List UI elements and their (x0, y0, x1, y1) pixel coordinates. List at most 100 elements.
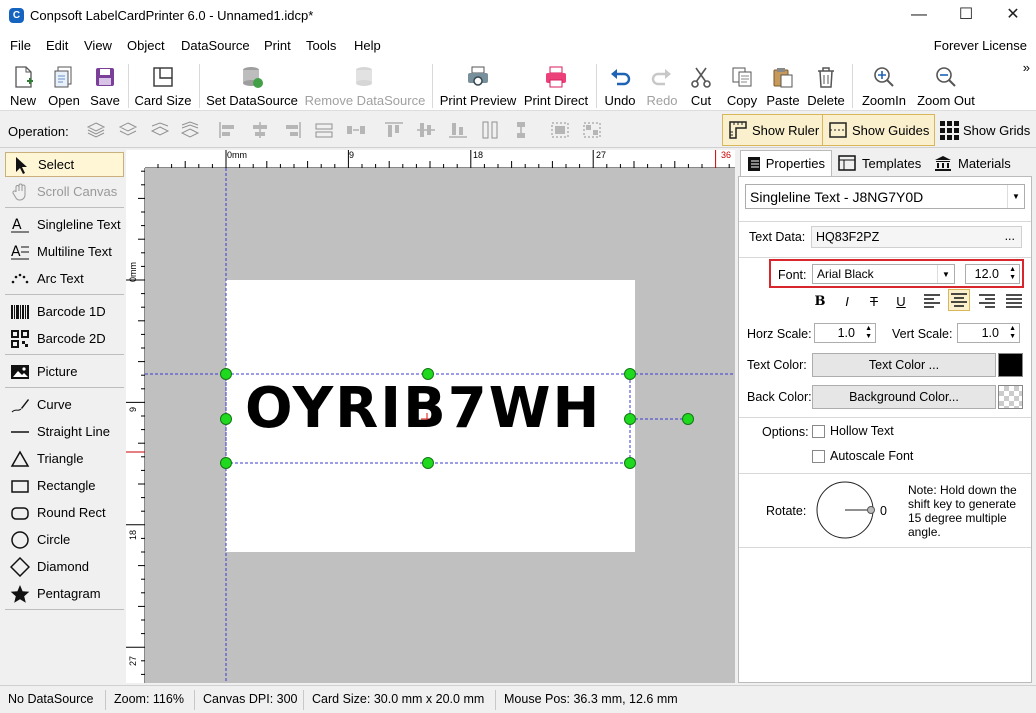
tool-curve[interactable]: Curve (5, 392, 124, 417)
align-right-icon[interactable] (282, 121, 302, 139)
distribute-vertical-icon[interactable] (512, 121, 532, 139)
resize-handle-right[interactable] (624, 413, 636, 425)
resize-handle-bottom-right[interactable] (624, 457, 636, 469)
delete-button[interactable]: Delete (806, 62, 846, 109)
tool-triangle[interactable]: Triangle (5, 446, 124, 471)
tool-straight-line[interactable]: Straight Line (5, 419, 124, 444)
resize-handle-top[interactable] (422, 368, 434, 380)
tab-materials[interactable]: Materials (928, 150, 1020, 176)
show-ruler-toggle[interactable]: Show Ruler (722, 114, 826, 146)
set-datasource-button[interactable]: Set DataSource (206, 62, 298, 109)
text-color-swatch[interactable] (998, 353, 1023, 377)
send-backward-icon[interactable] (150, 121, 170, 139)
tool-singleline-text[interactable]: A Singleline Text (5, 212, 124, 237)
autoscale-font-checkbox[interactable]: Autoscale Font (812, 449, 913, 463)
menu-print[interactable]: Print (264, 38, 291, 53)
show-grids-toggle[interactable]: Show Grids (934, 114, 1035, 146)
menu-datasource[interactable]: DataSource (181, 38, 250, 53)
tool-circle[interactable]: Circle (5, 527, 124, 552)
print-direct-button[interactable]: Print Direct (522, 62, 590, 109)
same-width-icon[interactable] (314, 121, 334, 139)
text-data-field[interactable]: HQ83F2PZ ... (811, 226, 1022, 248)
transparent-swatch[interactable] (998, 385, 1023, 409)
tool-round-rect[interactable]: Round Rect (5, 500, 124, 525)
align-left-icon[interactable] (218, 121, 238, 139)
horizontal-ruler[interactable]: 0mm 9 18 27 36 (145, 150, 735, 168)
menu-object[interactable]: Object (127, 38, 165, 53)
zoom-out-button[interactable]: Zoom Out (914, 62, 978, 109)
underline-button[interactable]: U (890, 290, 912, 312)
tool-select[interactable]: Select (5, 152, 124, 177)
font-family-select[interactable]: Arial Black ▼ (812, 264, 955, 284)
hollow-text-checkbox[interactable]: Hollow Text (812, 424, 894, 438)
tool-picture[interactable]: Picture (5, 359, 124, 384)
rotate-dial[interactable] (814, 479, 886, 541)
close-button[interactable]: ✕ (990, 0, 1036, 32)
send-to-back-icon[interactable] (180, 121, 200, 139)
zoom-in-button[interactable]: ZoomIn (858, 62, 910, 109)
bring-forward-icon[interactable] (118, 121, 138, 139)
group-icon[interactable] (550, 121, 570, 139)
same-height-icon[interactable] (480, 121, 500, 139)
resize-handle-top-left[interactable] (220, 368, 232, 380)
resize-handle-bottom[interactable] (422, 457, 434, 469)
maximize-button[interactable]: ☐ (943, 0, 989, 32)
print-preview-button[interactable]: Print Preview (438, 62, 518, 109)
tool-barcode-1d[interactable]: Barcode 1D (5, 299, 124, 324)
menu-tools[interactable]: Tools (306, 38, 336, 53)
new-button[interactable]: New (6, 62, 40, 109)
rotate-handle[interactable] (682, 413, 694, 425)
minimize-button[interactable]: — (896, 0, 942, 32)
vert-scale-stepper[interactable]: 1.0 ▲ ▼ (957, 323, 1020, 343)
show-guides-toggle[interactable]: Show Guides (822, 114, 936, 146)
horz-scale-stepper[interactable]: 1.0 ▲ ▼ (814, 323, 876, 343)
toolbar-overflow-icon[interactable]: » (1023, 60, 1030, 75)
tool-barcode-2d[interactable]: Barcode 2D (5, 326, 124, 351)
menu-help[interactable]: Help (354, 38, 381, 53)
menu-edit[interactable]: Edit (46, 38, 68, 53)
menu-file[interactable]: File (10, 38, 31, 53)
align-top-icon[interactable] (384, 121, 404, 139)
text-color-button[interactable]: Text Color ... (812, 353, 996, 377)
ungroup-icon[interactable] (582, 121, 602, 139)
vertical-ruler[interactable]: 0mm 9 18 27 (126, 168, 145, 683)
text-data-more-button[interactable]: ... (1005, 229, 1015, 243)
distribute-horizontal-icon[interactable] (346, 121, 366, 139)
align-middle-icon[interactable] (416, 121, 436, 139)
tool-arc-text[interactable]: Arc Text (5, 266, 124, 291)
save-button[interactable]: Save (88, 62, 122, 109)
align-center-icon[interactable] (250, 121, 270, 139)
open-button[interactable]: Open (46, 62, 82, 109)
align-text-left-icon[interactable] (921, 290, 943, 312)
bold-button[interactable]: B (809, 290, 831, 312)
paste-button[interactable]: Paste (764, 62, 802, 109)
resize-handle-left[interactable] (220, 413, 232, 425)
remove-datasource-button[interactable]: Remove DataSource (304, 62, 426, 109)
design-canvas[interactable]: OYRIB7WH (145, 168, 735, 683)
card-size-button[interactable]: Card Size (134, 62, 192, 109)
background-color-button[interactable]: Background Color... (812, 385, 996, 409)
strikethrough-button[interactable]: T (863, 290, 885, 312)
font-size-stepper[interactable]: 12.0 ▲ ▼ (965, 264, 1020, 284)
align-text-justify-icon[interactable] (1003, 290, 1025, 312)
tool-rectangle[interactable]: Rectangle (5, 473, 124, 498)
redo-button[interactable]: Redo (644, 62, 680, 109)
align-text-right-icon[interactable] (976, 290, 998, 312)
selected-text-object[interactable]: OYRIB7WH (245, 381, 601, 437)
resize-handle-bottom-left[interactable] (220, 457, 232, 469)
bring-to-front-icon[interactable] (86, 121, 106, 139)
tab-properties[interactable]: Properties (740, 150, 832, 176)
object-selector[interactable]: Singleline Text - J8NG7Y0D ▼ (745, 184, 1025, 209)
cut-button[interactable]: Cut (686, 62, 716, 109)
align-bottom-icon[interactable] (448, 121, 468, 139)
tab-templates[interactable]: Templates (832, 150, 928, 176)
tool-pentagram[interactable]: Pentagram (5, 581, 124, 606)
tool-diamond[interactable]: Diamond (5, 554, 124, 579)
copy-button[interactable]: Copy (724, 62, 760, 109)
menu-view[interactable]: View (84, 38, 112, 53)
tool-scroll-canvas[interactable]: Scroll Canvas (5, 179, 124, 204)
tool-multiline-text[interactable]: A Multiline Text (5, 239, 124, 264)
undo-button[interactable]: Undo (602, 62, 638, 109)
italic-button[interactable]: I (836, 290, 858, 312)
resize-handle-top-right[interactable] (624, 368, 636, 380)
